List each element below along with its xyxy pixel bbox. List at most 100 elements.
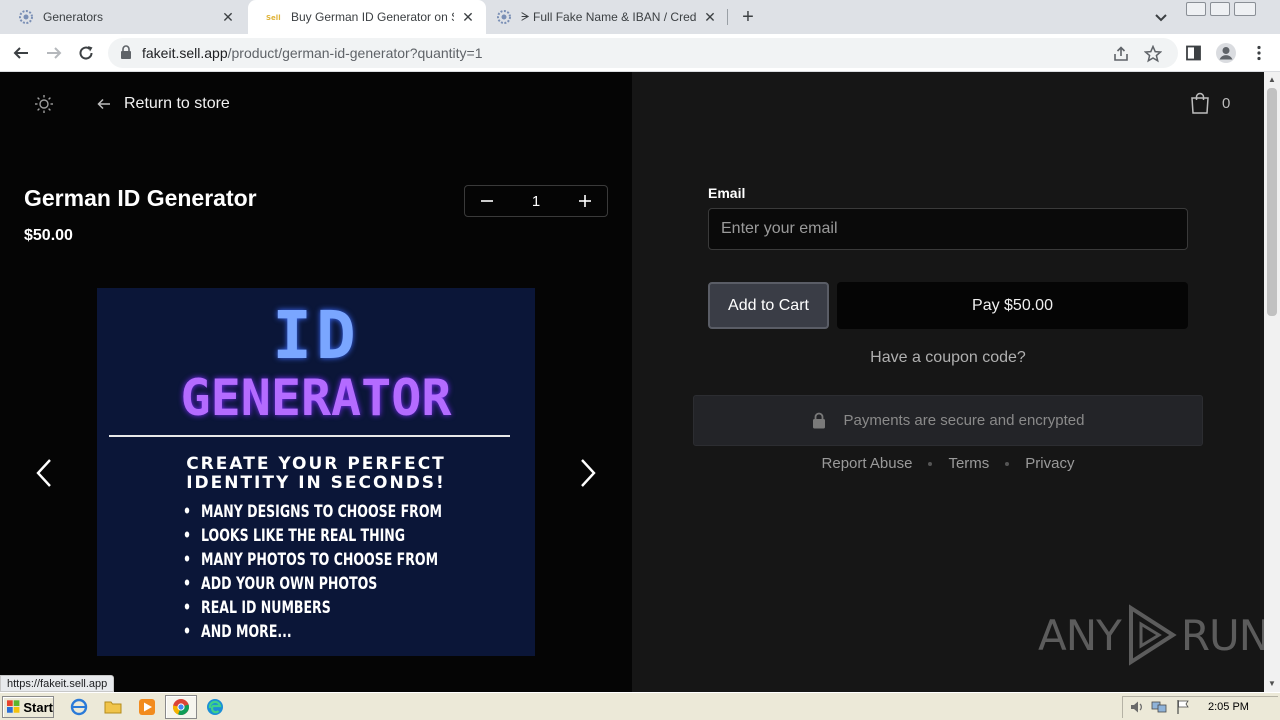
address-bar[interactable]: fakeit.sell.app/product/german-id-genera… [108,38,1178,68]
coupon-link[interactable]: Have a coupon code? [708,349,1188,367]
product-title: German ID Generator [24,185,257,211]
system-tray [1122,696,1278,718]
privacy-link[interactable]: Privacy [1025,455,1074,472]
secure-payment-text: Payments are secure and encrypted [843,412,1085,429]
scroll-up-arrow-icon[interactable]: ▲ [1264,72,1280,86]
image-bullet-list: MANY DESIGNS TO CHOOSE FROM LOOKS LIKE T… [183,500,499,644]
plus-icon[interactable] [563,186,607,216]
tab-sellapp[interactable]: Sell Buy German ID Generator on SellApp … [248,0,486,34]
tab-close-icon[interactable]: ✕ [220,9,236,25]
tab-generators[interactable]: Generators ✕ [0,0,246,34]
list-item: MANY PHOTOS TO CHOOSE FROM [183,548,442,572]
secure-payment-notice: Payments are secure and encrypted [693,395,1203,446]
list-item: LOOKS LIKE THE REAL THING [183,524,442,548]
network-icon[interactable] [1151,699,1167,715]
sun-icon[interactable] [34,94,54,114]
gear-favicon-icon [18,9,34,25]
quantity-stepper: 1 [464,185,608,217]
media-player-icon[interactable] [138,698,156,716]
footer-links: Report Abuse Terms Privacy [708,455,1188,472]
image-headline: CREATE YOUR PERFECT IDENTITY IN SECONDS! [97,455,535,493]
tab-close-icon[interactable]: ✕ [702,9,718,25]
taskbar-clock: 2:05 PM [1208,701,1249,713]
return-to-store-label: Return to store [124,95,230,112]
chevron-left-icon[interactable] [32,457,56,489]
add-to-cart-button[interactable]: Add to Cart [708,282,829,329]
pay-button[interactable]: Pay $50.00 [837,282,1188,329]
list-item: MANY DESIGNS TO CHOOSE FROM [183,500,442,524]
start-label: Start [23,699,53,715]
tab-separator [727,9,728,25]
arrow-left-icon [96,96,112,112]
back-arrow-icon[interactable] [10,42,32,64]
chrome-icon [172,699,189,715]
tab-fake-name[interactable]: ᗒ Full Fake Name & IBAN / Credit Card ✕ [478,0,728,34]
return-to-store-link[interactable]: Return to store [96,95,230,113]
browser-toolbar: fakeit.sell.app/product/german-id-genera… [0,34,1280,72]
action-center-flag-icon[interactable] [1175,699,1191,715]
new-tab-plus-icon[interactable]: + [737,6,759,28]
status-bar-url: https://fakeit.sell.app [0,675,115,692]
report-abuse-link[interactable]: Report Abuse [822,455,913,472]
quantity-value[interactable]: 1 [509,193,563,210]
product-price: $50.00 [24,227,73,244]
url-text: fakeit.sell.app/product/german-id-genera… [142,45,483,61]
reload-icon[interactable] [75,42,97,64]
shopping-bag-icon [1191,92,1209,114]
anyrun-watermark: ANY RUN [1038,604,1264,666]
tab-title: ᗒ Full Fake Name & IBAN / Credit Card [521,9,696,24]
url-path: /product/german-id-generator?quantity=1 [227,45,483,61]
image-line-generator: GENERATOR [180,369,452,427]
image-headline-2: IDENTITY IN SECONDS! [186,473,446,493]
close-window-icon[interactable] [1234,2,1256,16]
restore-window-icon[interactable] [1210,2,1230,16]
ie-icon[interactable] [70,698,88,716]
checkout-panel: 0 Email Add to Cart Pay $50.00 Have a co… [632,72,1264,692]
list-item: ADD YOUR OWN PHOTOS [183,572,442,596]
tab-title: Buy German ID Generator on SellApp [291,10,454,24]
bookmark-star-icon[interactable] [1143,44,1163,63]
scroll-down-arrow-icon[interactable]: ▼ [1264,676,1280,690]
taskbar-chrome-button[interactable] [165,695,197,719]
product-panel: Return to store German ID Generator $50.… [0,72,632,692]
minimize-window-icon[interactable] [1186,2,1206,16]
tab-search-chevron-icon[interactable] [1152,8,1170,26]
kebab-menu-icon[interactable] [1250,44,1268,62]
cart-button[interactable]: 0 [1190,92,1230,114]
url-domain: fakeit.sell.app [142,45,228,61]
watermark-right-text: RUN [1180,610,1264,660]
start-button[interactable]: Start [2,696,54,718]
page-scrollbar[interactable]: ▲ ▼ [1264,72,1280,692]
edge-icon[interactable] [206,698,224,716]
windows-taskbar: Start 2:05 PM [0,692,1280,720]
watermark-left-text: ANY [1038,610,1122,660]
email-label: Email [708,185,746,201]
tab-close-icon[interactable]: ✕ [460,9,476,25]
side-panel-icon[interactable] [1185,44,1203,62]
chevron-right-icon[interactable] [576,457,600,489]
play-triangle-icon [1128,604,1177,666]
volume-icon[interactable] [1129,699,1145,715]
gear-favicon-icon [496,9,512,25]
windows-flag-icon [7,700,20,713]
image-headline-1: CREATE YOUR PERFECT [186,454,446,474]
tab-title: Generators [43,10,104,24]
tab-bar: Generators ✕ Sell Buy German ID Generato… [0,0,1280,34]
folder-icon[interactable] [104,698,122,716]
image-line-id: ID [272,297,360,374]
email-field[interactable] [708,208,1188,250]
forward-arrow-icon[interactable] [43,42,65,64]
image-divider [109,435,510,437]
sellapp-favicon-icon: Sell [266,9,282,25]
svg-text:Sell: Sell [266,14,281,22]
minus-icon[interactable] [465,186,509,216]
lock-icon [812,412,825,429]
scroll-thumb[interactable] [1267,88,1277,316]
lock-icon[interactable] [120,45,132,64]
separator-dot [928,461,933,466]
product-image: ID GENERATOR CREATE YOUR PERFECT IDENTIT… [97,288,535,656]
profile-avatar-icon[interactable] [1215,42,1237,64]
share-icon[interactable] [1112,45,1130,63]
list-item: AND MORE... [183,620,442,644]
terms-link[interactable]: Terms [948,455,989,472]
